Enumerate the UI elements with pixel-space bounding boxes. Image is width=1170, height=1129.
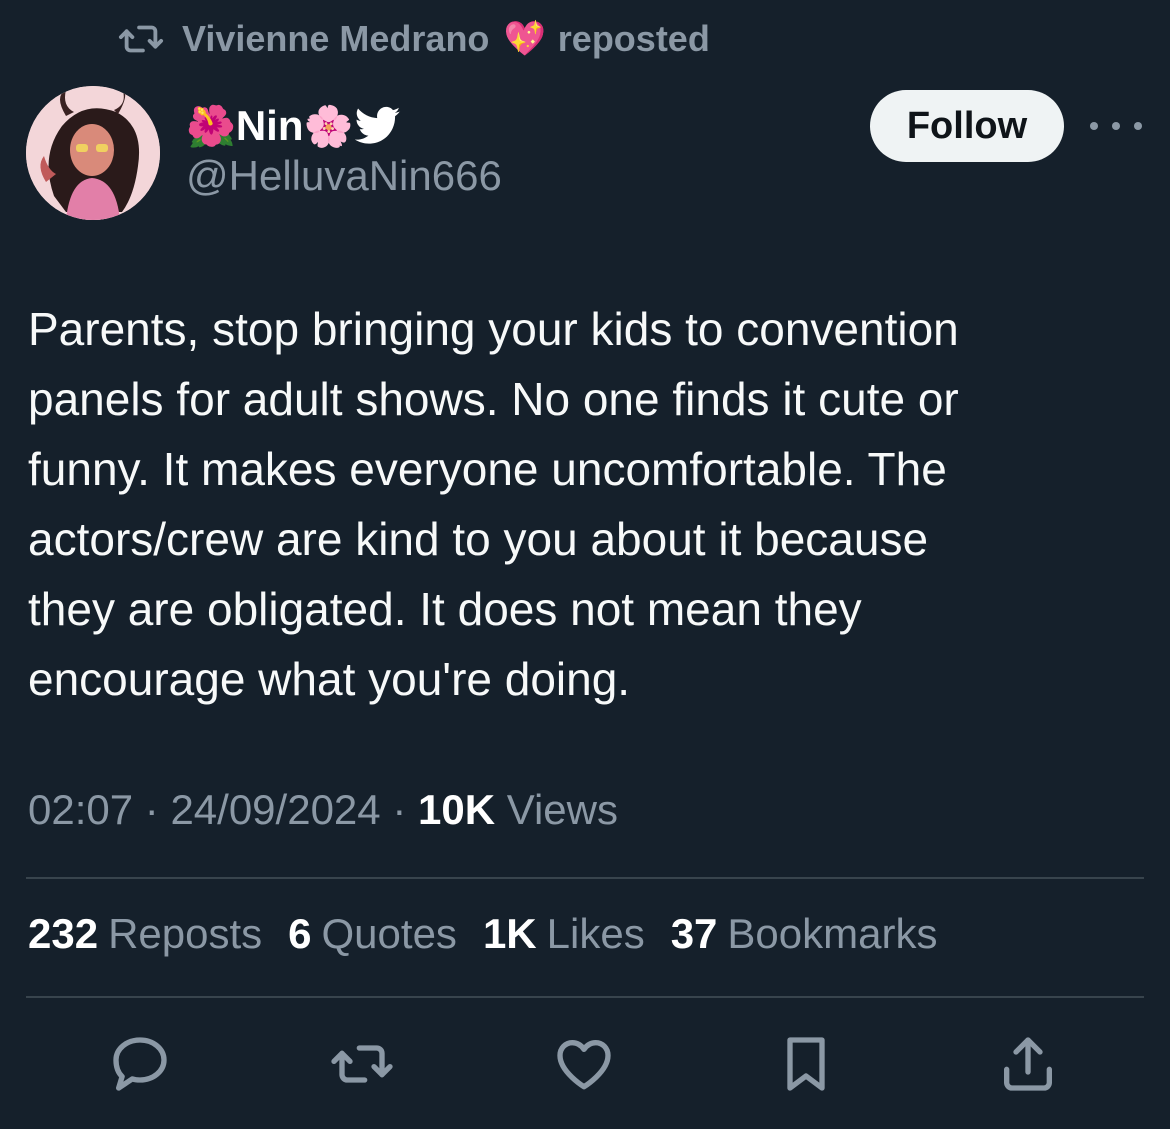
views-label[interactable]: Views (495, 786, 618, 833)
repost-icon (118, 16, 164, 62)
reply-icon[interactable] (108, 1032, 172, 1096)
more-dot (1134, 122, 1142, 130)
more-dot (1090, 122, 1098, 130)
stat-count: 232 (28, 910, 99, 957)
share-icon[interactable] (996, 1032, 1060, 1096)
tweet-text: Parents, stop bringing your kids to conv… (28, 294, 1138, 714)
tweet-line: actors/crew are kind to you about it bec… (28, 513, 929, 565)
tweet-line: they are obligated. It does not mean the… (28, 583, 862, 635)
author-handle[interactable]: @HelluvaNin666 (186, 152, 502, 200)
stat-bookmarks[interactable]: 37 Bookmarks (671, 910, 938, 958)
follow-button[interactable]: Follow (870, 90, 1064, 162)
divider (26, 996, 1144, 998)
author-name-line[interactable]: 🌺 Nin 🌸 (186, 96, 401, 156)
stat-count: 37 (670, 910, 718, 957)
separator: · (380, 786, 418, 833)
stat-count: 1K (482, 910, 537, 957)
tweet-line: funny. It makes everyone uncomfortable. … (28, 443, 947, 495)
tweet-date[interactable]: 24/09/2024 (170, 786, 380, 833)
sparkling-heart-emoji: 💖 (503, 20, 546, 58)
more-icon[interactable] (1090, 108, 1142, 144)
stat-likes[interactable]: 1K Likes (483, 910, 645, 958)
tweet-meta: 02:07 · 24/09/2024 · 10K Views (28, 786, 618, 834)
tweet-line: encourage what you're doing. (28, 653, 631, 705)
stat-count: 6 (288, 910, 312, 957)
repost-label: reposted (557, 18, 710, 59)
repost-icon[interactable] (330, 1032, 394, 1096)
cherry-blossom-emoji: 🌸 (303, 104, 354, 149)
twitter-bird-icon (355, 106, 401, 146)
stat-label: Quotes (321, 910, 457, 957)
engagement-stats: 232 Reposts 6 Quotes 1K Likes 37 Bookmarks (28, 910, 963, 958)
avatar[interactable] (26, 86, 160, 220)
stat-label: Likes (546, 910, 645, 957)
separator: · (133, 786, 171, 833)
divider (26, 877, 1144, 879)
repost-header[interactable]: Vivienne Medrano 💖 reposted (118, 14, 710, 64)
stat-label: Reposts (108, 910, 263, 957)
stat-quotes[interactable]: 6 Quotes (288, 910, 457, 958)
stat-label: Bookmarks (727, 910, 938, 957)
stat-reposts[interactable]: 232 Reposts (28, 910, 262, 958)
tweet-time[interactable]: 02:07 (28, 786, 133, 833)
repost-user-name[interactable]: Vivienne Medrano (182, 18, 489, 60)
author-name[interactable]: Nin (236, 102, 304, 150)
tweet-line: panels for adult shows. No one finds it … (28, 373, 959, 425)
more-dot (1112, 122, 1120, 130)
hibiscus-emoji: 🌺 (186, 104, 236, 149)
tweet-line: Parents, stop bringing your kids to conv… (28, 303, 959, 355)
like-icon[interactable] (552, 1032, 616, 1096)
views-count[interactable]: 10K (418, 786, 495, 833)
bookmark-icon[interactable] (774, 1032, 838, 1096)
